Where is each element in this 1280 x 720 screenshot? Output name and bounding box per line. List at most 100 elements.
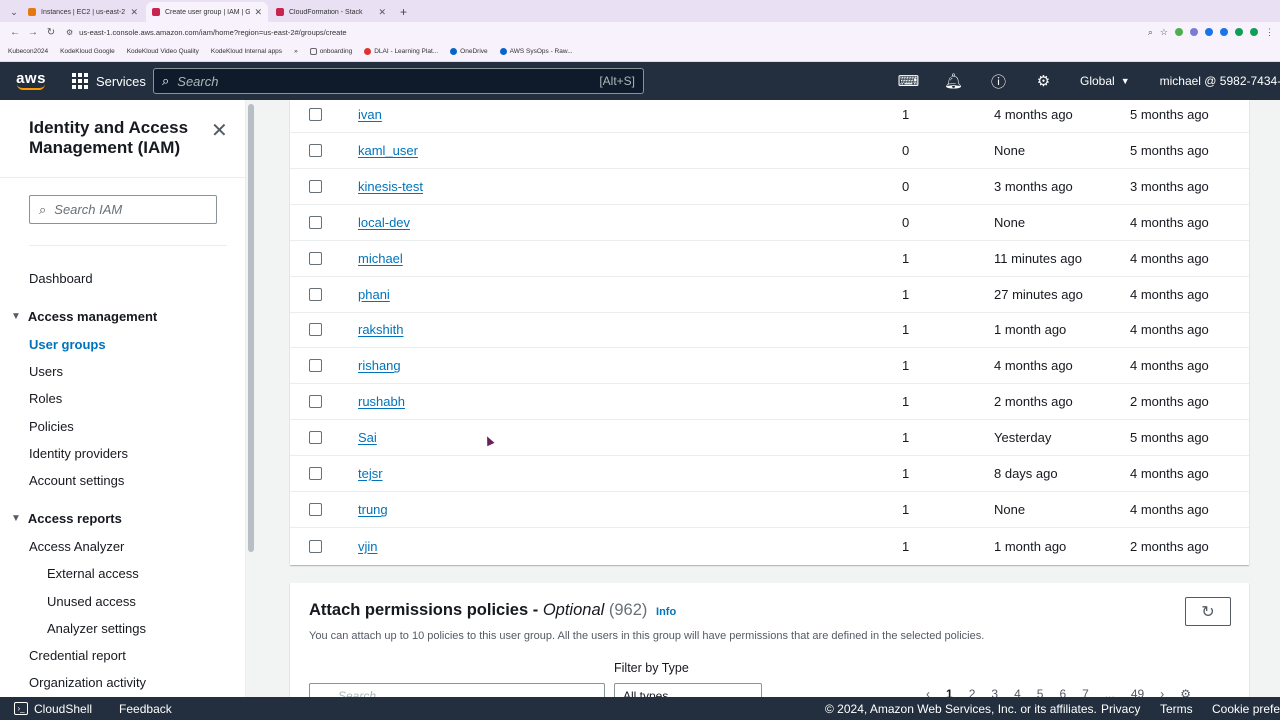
bookmark-item[interactable]: KodeKloud Internal apps bbox=[211, 48, 282, 55]
table-row[interactable]: ivan 1 4 months ago 5 months ago bbox=[290, 100, 1249, 133]
bookmark-item[interactable]: KodeKloud Video Quality bbox=[127, 48, 199, 55]
table-row[interactable]: trung 1 None 4 months ago bbox=[290, 492, 1249, 528]
user-name-link[interactable]: phani bbox=[358, 287, 390, 302]
next-page-icon[interactable]: › bbox=[1160, 687, 1164, 697]
row-checkbox[interactable] bbox=[309, 216, 322, 229]
row-checkbox[interactable] bbox=[309, 431, 322, 444]
forward-icon[interactable]: → bbox=[24, 27, 42, 38]
cloudshell-icon[interactable]: ⌨ bbox=[886, 72, 931, 90]
settings-gear-icon[interactable]: ⚙ bbox=[1180, 687, 1191, 697]
page-5[interactable]: 5 bbox=[1037, 687, 1044, 697]
bookmarks-overflow[interactable]: » bbox=[294, 48, 298, 55]
bookmark-star-icon[interactable]: ☆ bbox=[1160, 27, 1168, 38]
row-checkbox[interactable] bbox=[309, 144, 322, 157]
table-row[interactable]: rishang 1 4 months ago 4 months ago bbox=[290, 348, 1249, 384]
extension-icon[interactable] bbox=[1220, 28, 1228, 36]
row-checkbox[interactable] bbox=[309, 323, 322, 336]
help-icon[interactable]: ⓘ bbox=[976, 71, 1021, 92]
table-row[interactable]: Sai 1 Yesterday 5 months ago bbox=[290, 420, 1249, 456]
browser-tab-cloudformation[interactable]: CloudFormation - Stack ✕ bbox=[270, 2, 392, 22]
row-checkbox[interactable] bbox=[309, 359, 322, 372]
tab-list-chevron-icon[interactable]: ⌄ bbox=[6, 2, 22, 22]
account-menu[interactable]: michael @ 5982-7434-42 bbox=[1160, 74, 1280, 88]
refresh-button[interactable]: ↻ bbox=[1185, 597, 1231, 626]
sidebar-item-external-access[interactable]: External access bbox=[47, 566, 139, 581]
table-row[interactable]: michael 1 11 minutes ago 4 months ago bbox=[290, 241, 1249, 277]
user-name-link[interactable]: trung bbox=[358, 502, 388, 517]
section-access-management[interactable]: ▼ Access management bbox=[11, 309, 157, 324]
bell-icon[interactable]: 🔔︎ bbox=[931, 72, 976, 90]
gear-icon[interactable]: ⚙ bbox=[1021, 72, 1066, 90]
user-name-link[interactable]: rakshith bbox=[358, 322, 404, 337]
close-icon[interactable]: ✕ bbox=[211, 118, 228, 143]
bookmark-item[interactable]: KodeKloud Google bbox=[60, 48, 115, 55]
privacy-link[interactable]: Privacy bbox=[1101, 702, 1140, 716]
user-name-link[interactable]: kinesis-test bbox=[358, 179, 423, 194]
sidebar-item-roles[interactable]: Roles bbox=[29, 391, 62, 406]
row-checkbox[interactable] bbox=[309, 503, 322, 516]
prev-page-icon[interactable]: ‹ bbox=[926, 687, 930, 697]
extension-icon[interactable] bbox=[1250, 28, 1258, 36]
table-row[interactable]: phani 1 27 minutes ago 4 months ago bbox=[290, 277, 1249, 313]
zoom-icon[interactable]: ⌕ bbox=[1148, 27, 1153, 38]
table-row[interactable]: local-dev 0 None 4 months ago bbox=[290, 205, 1249, 241]
sidebar-item-analyzer-settings[interactable]: Analyzer settings bbox=[47, 621, 146, 636]
sidebar-item-organization-activity[interactable]: Organization activity bbox=[29, 675, 146, 690]
iam-search-input[interactable]: ⌕ Search IAM bbox=[29, 195, 217, 224]
policy-search-input[interactable]: Search bbox=[309, 683, 605, 697]
page-4[interactable]: 4 bbox=[1014, 687, 1021, 697]
row-checkbox[interactable] bbox=[309, 108, 322, 121]
page-last[interactable]: 49 bbox=[1131, 687, 1144, 697]
page-3[interactable]: 3 bbox=[991, 687, 998, 697]
info-link[interactable]: Info bbox=[656, 606, 676, 618]
close-tab-icon[interactable]: ✕ bbox=[254, 7, 262, 18]
bookmark-item[interactable]: DLAI - Learning Plat... bbox=[364, 48, 438, 55]
user-name-link[interactable]: michael bbox=[358, 251, 403, 266]
page-2[interactable]: 2 bbox=[969, 687, 976, 697]
services-menu-button[interactable]: Services bbox=[72, 73, 152, 89]
console-search-input[interactable]: ⌕ Search [Alt+S] bbox=[153, 68, 644, 94]
row-checkbox[interactable] bbox=[309, 252, 322, 265]
user-name-link[interactable]: local-dev bbox=[358, 215, 410, 230]
user-name-link[interactable]: ivan bbox=[358, 107, 382, 122]
cloudshell-button[interactable]: ›_ CloudShell bbox=[14, 702, 92, 716]
section-access-reports[interactable]: ▼ Access reports bbox=[11, 511, 122, 526]
table-row[interactable]: kaml_user 0 None 5 months ago bbox=[290, 133, 1249, 169]
bookmark-folder[interactable]: onboarding bbox=[309, 48, 352, 55]
user-name-link[interactable]: tejsr bbox=[358, 466, 383, 481]
region-selector[interactable]: Global ▼ bbox=[1080, 74, 1130, 88]
sidebar-item-credential-report[interactable]: Credential report bbox=[29, 648, 126, 663]
user-name-link[interactable]: rushabh bbox=[358, 394, 405, 409]
row-checkbox[interactable] bbox=[309, 288, 322, 301]
page-1[interactable]: 1 bbox=[946, 687, 953, 697]
table-row[interactable]: kinesis-test 0 3 months ago 3 months ago bbox=[290, 169, 1249, 205]
filter-type-select[interactable]: All types bbox=[614, 683, 762, 697]
close-tab-icon[interactable]: ✕ bbox=[378, 7, 386, 18]
browser-tab-iam[interactable]: Create user group | IAM | Glob ✕ bbox=[146, 2, 268, 22]
sidebar-item-dashboard[interactable]: Dashboard bbox=[29, 271, 93, 286]
url-field[interactable]: ⚙ us-east-1.console.aws.amazon.com/iam/h… bbox=[66, 24, 1148, 40]
row-checkbox[interactable] bbox=[309, 395, 322, 408]
row-checkbox[interactable] bbox=[309, 467, 322, 480]
aws-logo[interactable]: aws bbox=[0, 62, 62, 100]
sidebar-item-user-groups[interactable]: User groups bbox=[29, 337, 106, 352]
sidebar-item-identity-providers[interactable]: Identity providers bbox=[29, 446, 128, 461]
bookmark-item[interactable]: OneDrive bbox=[450, 48, 488, 55]
sidebar-item-account-settings[interactable]: Account settings bbox=[29, 473, 124, 488]
feedback-link[interactable]: Feedback bbox=[119, 702, 172, 716]
close-tab-icon[interactable]: ✕ bbox=[130, 7, 138, 18]
user-name-link[interactable]: Sai bbox=[358, 430, 377, 445]
extension-icon[interactable] bbox=[1235, 28, 1243, 36]
row-checkbox[interactable] bbox=[309, 539, 322, 553]
row-checkbox[interactable] bbox=[309, 180, 322, 193]
table-row[interactable]: vjin 1 1 month ago 2 months ago bbox=[290, 528, 1249, 564]
table-row[interactable]: rakshith 1 1 month ago 4 months ago bbox=[290, 312, 1249, 348]
user-name-link[interactable]: kaml_user bbox=[358, 143, 418, 158]
site-info-icon[interactable]: ⚙ bbox=[66, 28, 73, 37]
extension-icon[interactable] bbox=[1205, 28, 1213, 36]
browser-menu-icon[interactable]: ⋮ bbox=[1265, 27, 1274, 38]
bookmark-item[interactable]: Kubecon2024 bbox=[8, 48, 48, 55]
user-name-link[interactable]: rishang bbox=[358, 358, 401, 373]
reload-icon[interactable]: ↻ bbox=[42, 27, 60, 38]
sidebar-scrollbar[interactable] bbox=[246, 100, 256, 697]
